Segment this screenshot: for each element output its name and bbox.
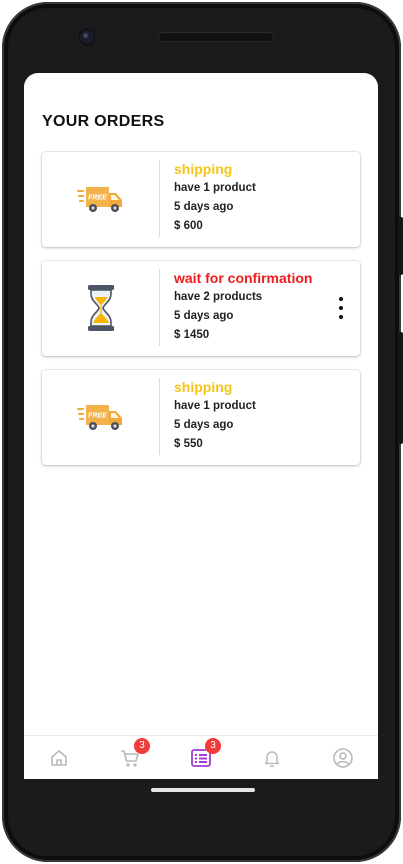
hourglass-icon (66, 277, 136, 339)
nav-orders[interactable]: 3 (187, 738, 221, 772)
nav-notifications[interactable] (258, 744, 286, 772)
order-info: shipping have 1 product 5 days ago $ 550 (174, 378, 256, 454)
order-card[interactable]: FREE shipping have 1 product 5 days ago … (42, 152, 360, 247)
order-product-count: have 1 product (174, 400, 256, 412)
earpiece-speaker (158, 32, 274, 42)
more-dot (339, 306, 343, 310)
order-status: wait for confirmation (174, 270, 313, 286)
order-info: wait for confirmation have 2 products 5 … (174, 269, 312, 345)
bell-icon (264, 751, 280, 768)
order-time: 5 days ago (174, 201, 234, 213)
card-divider (159, 269, 160, 346)
order-time: 5 days ago (174, 310, 234, 322)
order-status: shipping (174, 161, 233, 177)
order-price: $ 550 (174, 438, 203, 450)
order-price: $ 600 (174, 220, 203, 232)
order-price: $ 1450 (174, 329, 210, 341)
home-icon (51, 750, 67, 766)
orders-list: FREE shipping have 1 product 5 days ago … (42, 152, 360, 479)
order-card[interactable]: wait for confirmation have 2 products 5 … (42, 261, 360, 356)
volume-button (398, 332, 403, 444)
more-dot (339, 315, 343, 319)
power-button (398, 217, 403, 275)
truck-label: FREE (88, 413, 107, 420)
nav-home[interactable] (45, 744, 73, 772)
order-card[interactable]: FREE shipping have 1 product 5 days ago … (42, 370, 360, 465)
order-time: 5 days ago (174, 419, 234, 431)
truck-label: FREE (88, 195, 107, 202)
nav-cart[interactable]: 3 (116, 738, 150, 772)
more-dot (339, 297, 343, 301)
home-indicator (151, 788, 255, 792)
front-camera (80, 30, 94, 44)
phone-frame: YOUR ORDERS FREE shipping have 1 product… (2, 2, 403, 862)
orders-badge: 3 (205, 738, 221, 754)
delivery-truck-icon: FREE (66, 386, 136, 448)
nav-profile[interactable] (329, 744, 357, 772)
more-options-button[interactable] (334, 297, 348, 319)
order-product-count: have 2 products (174, 291, 263, 303)
order-product-count: have 1 product (174, 182, 256, 194)
order-status: shipping (174, 379, 233, 395)
card-divider (159, 378, 160, 455)
profile-icon (333, 748, 353, 768)
delivery-truck-icon: FREE (66, 168, 136, 230)
order-info: shipping have 1 product 5 days ago $ 600 (174, 160, 256, 236)
app-screen: YOUR ORDERS FREE shipping have 1 product… (24, 73, 378, 779)
bottom-navigation: 3 3 (24, 735, 378, 779)
card-divider (159, 160, 160, 237)
page-title: YOUR ORDERS (42, 113, 165, 130)
cart-badge: 3 (134, 738, 150, 754)
